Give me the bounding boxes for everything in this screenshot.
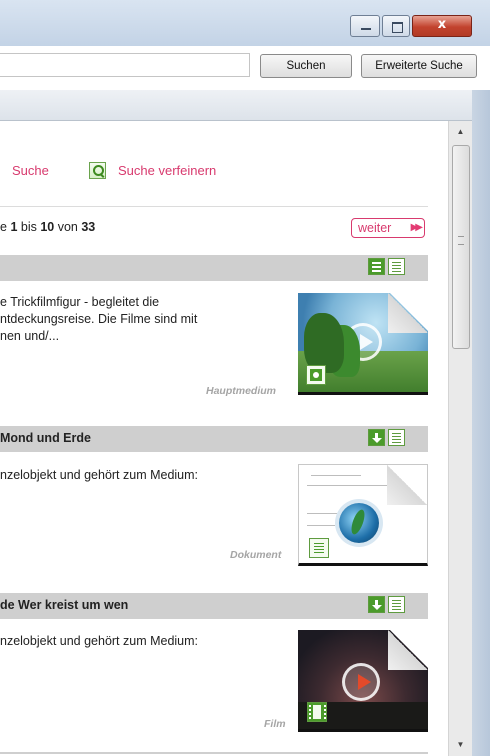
media-type-label: Film xyxy=(264,718,286,730)
page-fold-corner xyxy=(389,630,428,669)
result-header xyxy=(0,255,428,281)
film-icon xyxy=(307,702,327,722)
next-page-button[interactable]: weiter ▶▶ xyxy=(351,218,425,238)
search-link[interactable]: Suche xyxy=(12,163,49,178)
maximize-button[interactable] xyxy=(382,15,410,37)
doc-line xyxy=(307,485,397,486)
details-icon[interactable] xyxy=(388,596,405,613)
document-icon xyxy=(309,538,329,558)
minimize-button[interactable] xyxy=(350,15,380,37)
details-icon[interactable] xyxy=(388,429,405,446)
feed-icon[interactable] xyxy=(368,258,385,275)
play-icon[interactable] xyxy=(342,663,380,701)
play-icon[interactable] xyxy=(344,323,382,361)
download-icon[interactable] xyxy=(368,596,385,613)
close-icon: x xyxy=(437,17,447,32)
result-header: de Wer kreist um wen xyxy=(0,593,428,619)
result-title[interactable]: de Wer kreist um wen xyxy=(0,598,128,612)
double-arrow-icon: ▶▶ xyxy=(410,222,424,233)
close-button[interactable]: x xyxy=(412,15,472,37)
result-description: nzelobjekt und gehört zum Medium: xyxy=(0,468,199,482)
download-icon[interactable] xyxy=(368,429,385,446)
result-title[interactable]: Mond und Erde xyxy=(0,431,91,445)
search-toolbar: Suchen Erweiterte Suche xyxy=(0,46,490,90)
scroll-down-icon[interactable]: ▼ xyxy=(449,736,472,754)
doc-line xyxy=(311,475,361,476)
divider xyxy=(0,206,428,207)
globe-image xyxy=(339,503,379,543)
media-type-label: Dokument xyxy=(230,549,282,561)
divider xyxy=(0,752,428,754)
scroll-up-icon[interactable]: ▲ xyxy=(449,123,472,141)
result-header: Mond und Erde xyxy=(0,426,428,452)
page-fold-corner xyxy=(388,465,427,504)
advanced-search-button[interactable]: Erweiterte Suche xyxy=(361,54,477,78)
result-description: e Trickfilmfigur - begleitet die ntdecku… xyxy=(0,295,198,343)
header-band xyxy=(0,90,490,121)
window-titlebar: x xyxy=(0,0,490,46)
result-to: 10 xyxy=(40,220,55,234)
cd-icon xyxy=(306,365,326,385)
result-count: e 1 bis 10 von 33 xyxy=(0,220,95,234)
refine-search-icon[interactable] xyxy=(89,162,106,179)
doc-line xyxy=(307,525,335,526)
next-page-label: weiter xyxy=(358,221,392,235)
result-description: nzelobjekt und gehört zum Medium: xyxy=(0,634,199,648)
result-total: 33 xyxy=(81,220,96,234)
doc-line xyxy=(307,513,337,514)
refine-search-link[interactable]: Suche verfeinern xyxy=(118,163,216,178)
details-icon[interactable] xyxy=(388,258,405,275)
media-type-label: Hauptmedium xyxy=(206,385,277,397)
scrollbar-thumb[interactable] xyxy=(452,145,470,349)
page-fold-corner xyxy=(389,293,428,332)
search-button[interactable]: Suchen xyxy=(260,54,352,78)
result-count-prefix: e xyxy=(0,220,11,234)
result-count-sep1: bis xyxy=(17,220,41,234)
vertical-scrollbar[interactable]: ▲ ▼ xyxy=(448,121,472,756)
search-input[interactable] xyxy=(0,53,250,77)
result-count-sep2: von xyxy=(54,220,82,234)
window-frame-right xyxy=(472,90,490,756)
